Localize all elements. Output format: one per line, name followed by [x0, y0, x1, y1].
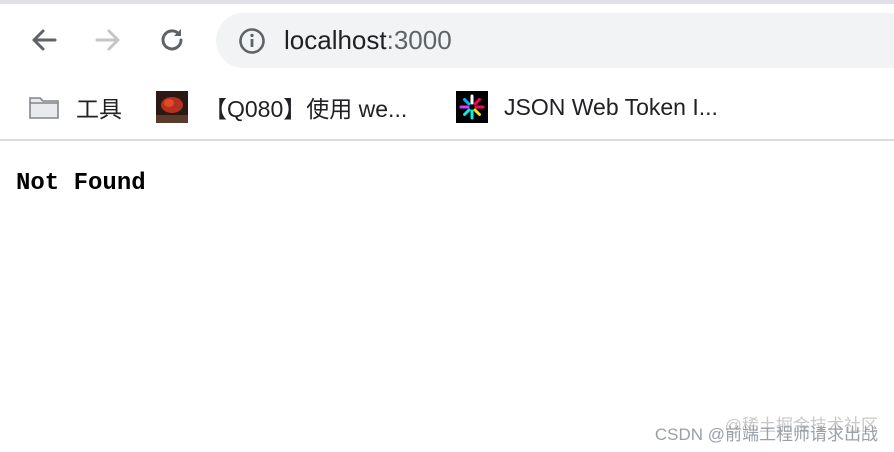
bookmark-jwt[interactable]: JSON Web Token I...: [456, 90, 718, 124]
red-thumbnail-icon: [156, 91, 188, 123]
jwt-logo-icon: [456, 91, 488, 123]
address-bar[interactable]: localhost:3000: [216, 13, 894, 68]
browser-toolbar: localhost:3000: [0, 4, 894, 76]
bookmark-label: JSON Web Token I...: [504, 93, 718, 120]
info-icon[interactable]: [238, 27, 266, 55]
arrow-right-icon: [95, 29, 120, 51]
watermark-csdn: CSDN @前端工程师请求出战: [654, 425, 878, 444]
folder-icon: [29, 97, 59, 119]
arrow-left-icon: [32, 29, 57, 51]
bookmark-label: 工具: [76, 96, 122, 122]
url-host: localhost: [284, 25, 387, 55]
back-button[interactable]: [24, 20, 64, 60]
bookmarks-bar: 工具 【Q080】使用 we... JSON Web Token I...: [0, 76, 894, 139]
bookmark-q080[interactable]: 【Q080】使用 we...: [156, 90, 407, 124]
page-body-text: Not Found: [16, 170, 146, 197]
reload-icon: [161, 29, 183, 51]
forward-button[interactable]: [88, 20, 128, 60]
url-port: :3000: [386, 25, 452, 55]
bookmark-folder-tools[interactable]: 工具: [28, 90, 122, 124]
reload-button[interactable]: [152, 20, 192, 60]
url-text[interactable]: localhost:3000: [284, 13, 452, 68]
bookmark-label: 【Q080】使用 we...: [204, 96, 408, 122]
toolbar-divider: [0, 139, 894, 141]
